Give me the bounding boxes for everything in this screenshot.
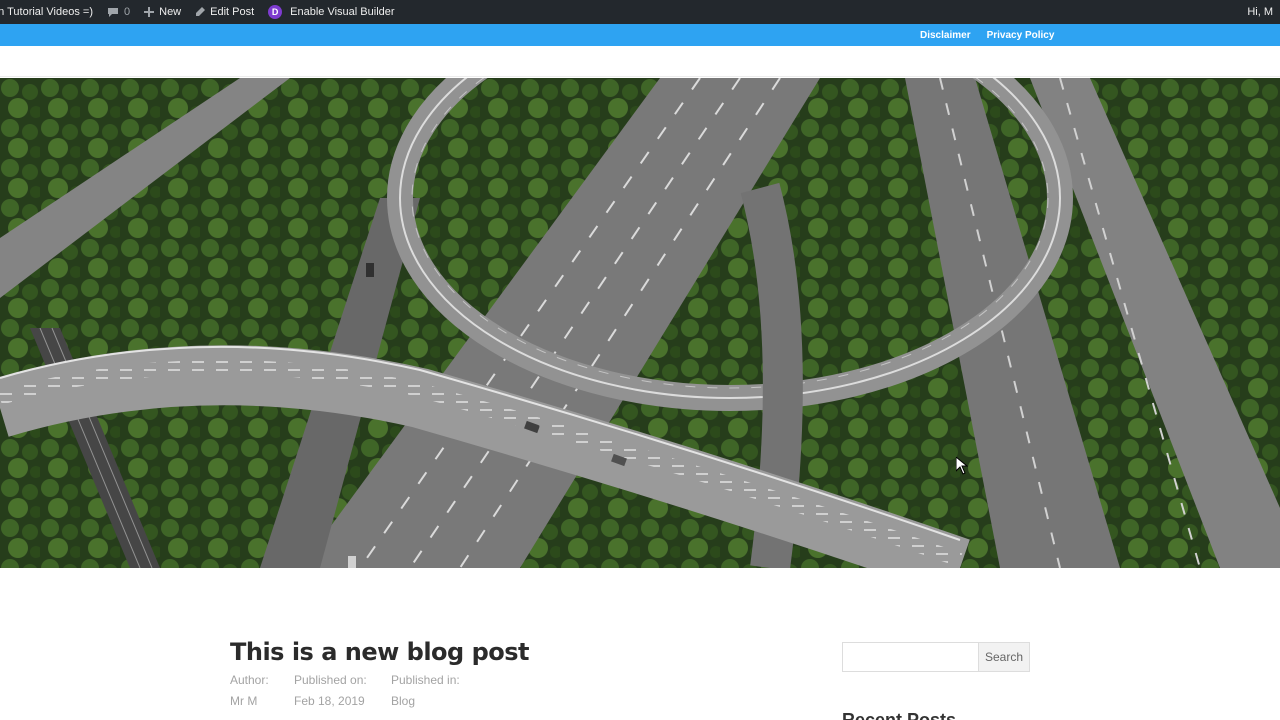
meta-published-on: Published on: Feb 18, 2019 (294, 673, 367, 708)
published-on-value: Feb 18, 2019 (294, 694, 365, 708)
comments-count: 0 (124, 6, 131, 18)
author-value: Mr M (230, 694, 258, 708)
search-button[interactable]: Search (978, 642, 1030, 672)
mouse-cursor-icon (956, 457, 968, 475)
highway-interchange-image (0, 78, 1280, 568)
meta-published-in: Published in: Blog (391, 673, 460, 708)
site-name-label: en Tutorial Videos =) (0, 6, 93, 18)
meta-author: Author: Mr M (230, 673, 269, 708)
pencil-icon (195, 7, 206, 17)
comments-link[interactable]: 0 (100, 0, 137, 24)
edit-post-link[interactable]: Edit Post (188, 0, 261, 24)
featured-image (0, 78, 1280, 568)
wp-admin-bar: en Tutorial Videos =) 0 New Edit Post D … (0, 0, 1280, 24)
new-content-link[interactable]: New (137, 0, 188, 24)
author-label: Author: (230, 673, 269, 687)
new-label: New (159, 6, 182, 18)
search-input[interactable] (842, 642, 978, 672)
sidebar-search-form: Search (842, 642, 1030, 672)
my-account-link[interactable]: Hi, M (1240, 0, 1280, 24)
greeting-label: Hi, M (1247, 6, 1273, 18)
divi-logo-icon: D (268, 5, 283, 19)
nav-link-disclaimer[interactable]: Disclaimer (912, 30, 979, 41)
post-title: This is a new blog post (230, 638, 530, 666)
published-on-label: Published on: (294, 673, 367, 687)
comment-icon (107, 7, 119, 18)
nav-link-privacy-policy[interactable]: Privacy Policy (979, 30, 1063, 41)
site-name-link[interactable]: en Tutorial Videos =) (0, 0, 100, 24)
recent-posts-title: Recent Posts (842, 710, 957, 720)
published-in-value: Blog (391, 694, 416, 708)
published-in-label: Published in: (391, 673, 460, 687)
plus-icon (144, 7, 155, 17)
secondary-nav: Disclaimer Privacy Policy (0, 24, 1280, 46)
main-header (0, 46, 1280, 77)
visual-builder-link[interactable]: D Enable Visual Builder (261, 0, 401, 24)
edit-post-label: Edit Post (210, 6, 255, 18)
visual-builder-label: Enable Visual Builder (290, 6, 395, 18)
